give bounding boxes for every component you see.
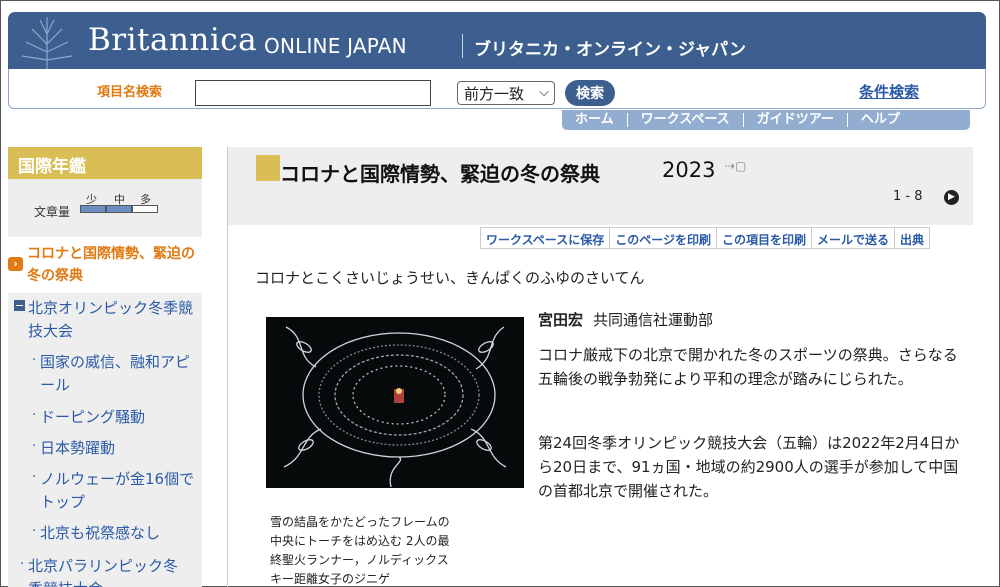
article-title: コロナと国際情勢、緊迫の冬の祭典 bbox=[280, 162, 600, 186]
search-input[interactable] bbox=[195, 80, 431, 106]
article-paragraph-2: 第24回冬季オリンピック競技大会（五輪）は2022年2月4日から20日まで、91… bbox=[538, 434, 960, 500]
sidebar-tree: 北京オリンピック冬季競技大会 国家の威信、融和アピール ドーピング騒動 日本勢躍… bbox=[8, 293, 202, 587]
photo-caption: 雪の結晶をかたどったフレームの中央にトーチをはめ込む 2人の最終聖火ランナー，ノ… bbox=[270, 515, 450, 586]
article-title-band: コロナと国際情勢、緊迫の冬の祭典 2023 ⇢▢ 1 - 8 ▶ bbox=[228, 147, 973, 225]
email-button[interactable]: メールで送る bbox=[812, 228, 895, 248]
author-organization: 共同通信社運動部 bbox=[593, 311, 714, 329]
sidebar-subitem-no-festivity[interactable]: 北京も祝祭感なし bbox=[32, 520, 200, 545]
sidebar-item-beijing-paralympics[interactable]: 北京パラリンピック冬季競技大会 bbox=[20, 553, 188, 587]
collapse-icon[interactable] bbox=[14, 300, 25, 311]
brand-logo[interactable]: Britannica bbox=[88, 22, 257, 58]
nav-help[interactable]: ヘルプ bbox=[848, 113, 913, 127]
save-to-workspace-button[interactable]: ワークスペースに保存 bbox=[481, 228, 611, 248]
sidebar-subitem-japan[interactable]: 日本勢躍動 bbox=[32, 435, 200, 460]
sidebar-current-article[interactable]: › コロナと国際情勢、緊迫の冬の祭典 bbox=[8, 243, 202, 291]
article-year: 2023 bbox=[662, 158, 716, 182]
advanced-search-link[interactable]: 条件検索 bbox=[859, 81, 919, 102]
next-page-icon[interactable]: ▶ bbox=[944, 190, 959, 205]
article-main: コロナと国際情勢、緊迫の冬の祭典 2023 ⇢▢ 1 - 8 ▶ ワークスペース… bbox=[227, 147, 973, 587]
external-link-icon[interactable]: ⇢▢ bbox=[725, 159, 746, 173]
volume-seg-mid[interactable] bbox=[106, 205, 132, 213]
print-item-button[interactable]: この項目を印刷 bbox=[717, 228, 812, 248]
text-volume-control: 文章量 少 中 多 bbox=[8, 179, 202, 237]
sidebar: 国際年鑑 文章量 少 中 多 › コロナと国際情勢、緊迫の冬の祭典 北京オリンピ… bbox=[8, 147, 202, 587]
volume-seg-high[interactable] bbox=[132, 205, 158, 213]
site-header: Britannica ONLINE JAPAN ブリタニカ・オンライン・ジャパン bbox=[8, 12, 986, 69]
nav-workspace[interactable]: ワークスペース bbox=[628, 113, 744, 127]
current-article-label: コロナと国際情勢、緊迫の冬の祭典 bbox=[27, 246, 195, 284]
source-button[interactable]: 出典 bbox=[895, 228, 929, 248]
title-marker bbox=[256, 155, 280, 181]
page-range: 1 - 8 bbox=[893, 189, 923, 204]
sidebar-subitem-norway[interactable]: ノルウェーが金16個でトップ bbox=[32, 466, 200, 514]
match-mode-value: 前方一致 bbox=[464, 84, 525, 103]
author-name: 宮田宏 bbox=[538, 311, 584, 329]
search-label: 項目名検索 bbox=[97, 85, 163, 100]
nav-home[interactable]: ホーム bbox=[562, 113, 628, 127]
sidebar-item-beijing-olympics[interactable]: 北京オリンピック冬季競技大会 bbox=[28, 297, 198, 343]
nav-guide-tour[interactable]: ガイドツアー bbox=[744, 113, 848, 127]
article-tools: ワークスペースに保存 このページを印刷 この項目を印刷 メールで送る 出典 bbox=[480, 227, 931, 249]
sidebar-subitem-doping[interactable]: ドーピング騒動 bbox=[32, 404, 200, 429]
thistle-logo-icon bbox=[21, 17, 73, 69]
brand-japanese: ブリタニカ・オンライン・ジャパン bbox=[474, 40, 746, 60]
volume-label: 文章量 bbox=[34, 205, 71, 219]
print-page-button[interactable]: このページを印刷 bbox=[610, 228, 717, 248]
search-bar: 項目名検索 前方一致 ⌵ 検索 条件検索 bbox=[8, 69, 986, 109]
arrow-right-icon: › bbox=[8, 257, 23, 271]
match-mode-select[interactable]: 前方一致 ⌵ bbox=[457, 81, 555, 105]
article-photo[interactable] bbox=[266, 317, 524, 488]
chevron-down-icon: ⌵ bbox=[539, 85, 549, 100]
sidebar-title: 国際年鑑 bbox=[8, 147, 202, 179]
main-nav: ホーム ワークスペース ガイドツアー ヘルプ bbox=[562, 110, 970, 130]
sidebar-subitem-prestige[interactable]: 国家の威信、融和アピール bbox=[32, 349, 200, 397]
brand-subtitle: ONLINE JAPAN bbox=[264, 34, 407, 58]
search-button[interactable]: 検索 bbox=[565, 80, 615, 106]
volume-seg-low[interactable] bbox=[80, 205, 106, 213]
article-author: 宮田宏 共同通信社運動部 bbox=[538, 309, 713, 330]
article-reading: コロナとこくさいじょうせい、きんぱくのふゆのさいてん bbox=[255, 269, 645, 287]
article-paragraph-1: コロナ厳戒下の北京で開かれた冬のスポーツの祭典。さらなる五輪後の戦争勃発により平… bbox=[538, 346, 958, 388]
brand-divider bbox=[462, 34, 463, 58]
